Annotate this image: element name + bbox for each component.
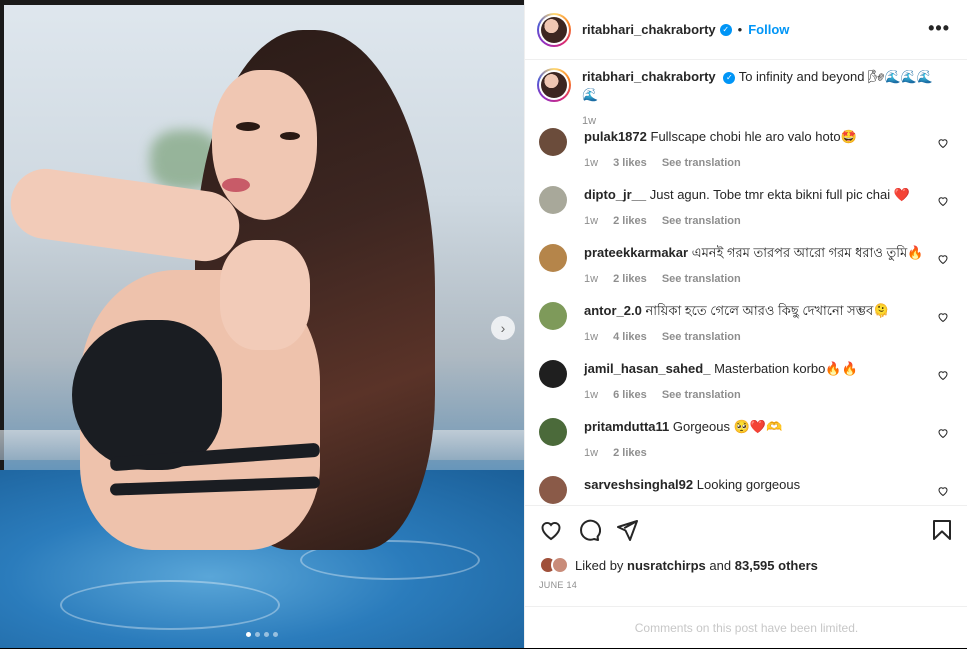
liked-by-middle: and (709, 557, 732, 573)
image-eye (280, 132, 300, 140)
comment-username[interactable]: jamil_hasan_sahed_ (584, 361, 710, 376)
comment-avatar[interactable] (539, 244, 567, 272)
post-image[interactable]: › (0, 0, 524, 648)
comment-username[interactable]: pulak1872 (584, 129, 647, 144)
image-eye (236, 122, 260, 131)
post-actions: Liked by nusratchirps and 83,595 others … (525, 505, 967, 648)
verified-icon: ✓ (723, 71, 736, 84)
see-translation-link[interactable]: See translation (662, 157, 741, 169)
comment-item: dipto_jr__ Just agun. Tobe tmr ekta bikn… (539, 186, 959, 230)
heart-icon[interactable] (937, 427, 949, 439)
see-translation-link[interactable]: See translation (662, 215, 741, 227)
comment-time: 1w (584, 447, 599, 459)
comment-icon[interactable] (577, 518, 601, 542)
image-face (212, 70, 317, 220)
verified-icon: ✓ (719, 23, 732, 36)
post-header: ritabhari_chakraborty ✓ • Follow ••• (525, 0, 967, 60)
see-translation-link[interactable]: See translation (662, 389, 741, 401)
caption-username[interactable]: ritabhari_chakraborty (582, 69, 716, 84)
comment-avatar[interactable] (539, 360, 567, 388)
heart-icon[interactable] (539, 518, 563, 542)
comment-avatar[interactable] (539, 476, 567, 504)
author-username[interactable]: ritabhari_chakraborty (582, 22, 716, 37)
comment-text: Fullscape chobi hle aro valo hoto🤩 (650, 129, 857, 144)
see-translation-link[interactable]: See translation (662, 273, 741, 285)
share-icon[interactable] (615, 518, 639, 542)
more-icon[interactable]: ••• (928, 18, 950, 39)
comment-username[interactable]: dipto_jr__ (584, 187, 646, 202)
comment-item: prateekkarmakar এমনই গরম তারপর আরো গরম ধ… (539, 244, 959, 288)
next-image-button[interactable]: › (491, 316, 515, 340)
heart-icon[interactable] (937, 137, 949, 149)
comment-item: pritamdutta11 Gorgeous 🥺❤️🫶 1w 2 likes (539, 418, 959, 462)
image-lips (222, 178, 250, 192)
heart-icon[interactable] (937, 369, 949, 381)
comment-item: jamil_hasan_sahed_ Masterbation korbo🔥🔥 … (539, 360, 959, 404)
comment-username[interactable]: pritamdutta11 (584, 419, 669, 434)
image-ripple (60, 580, 280, 630)
comment-text: Masterbation korbo🔥🔥 (714, 361, 858, 376)
comment-text: এমনই গরম তারপর আরো গরম ধরাও তুমি🔥 (691, 245, 924, 260)
comment-item: sarveshsinghal92 Looking gorgeous (539, 476, 959, 504)
liker-username[interactable]: nusratchirps (627, 558, 706, 573)
bookmark-icon[interactable] (930, 518, 954, 542)
post-modal: › ritabhari_chakraborty ✓ • Follow ••• r… (0, 0, 967, 648)
comment-time: 1w (584, 157, 599, 169)
comment-avatar[interactable] (539, 186, 567, 214)
comment-item: antor_2.0 নায়িকা হতে গেলে আরও কিছু দেখা… (539, 302, 959, 346)
see-translation-link[interactable]: See translation (662, 331, 741, 343)
carousel-dot (264, 632, 269, 637)
comment-avatar[interactable] (539, 418, 567, 446)
comment-item: pulak1872 Fullscape chobi hle aro valo h… (539, 128, 959, 172)
chevron-right-icon: › (500, 320, 506, 336)
comment-likes[interactable]: 4 likes (613, 331, 647, 343)
comments-limited-notice: Comments on this post have been limited. (525, 606, 967, 649)
comment-likes[interactable]: 3 likes (613, 157, 647, 169)
image-top (72, 320, 222, 470)
liked-by-prefix: Liked by (575, 557, 624, 573)
post-date[interactable]: JUNE 14 (539, 580, 577, 590)
carousel-dot (273, 632, 278, 637)
comment-likes[interactable]: 2 likes (613, 215, 647, 227)
comment-likes[interactable]: 2 likes (613, 273, 647, 285)
follow-button[interactable]: Follow (748, 22, 789, 37)
caption-avatar[interactable] (537, 68, 571, 102)
comment-text: Gorgeous 🥺❤️🫶 (672, 419, 783, 434)
heart-icon[interactable] (937, 311, 949, 323)
comment-likes[interactable]: 6 likes (613, 389, 647, 401)
carousel-dot (246, 632, 251, 637)
comment-avatar[interactable] (539, 128, 567, 156)
carousel-dot (255, 632, 260, 637)
carousel-dots (246, 632, 278, 637)
post-panel: ritabhari_chakraborty ✓ • Follow ••• rit… (524, 0, 967, 648)
comment-likes[interactable]: 2 likes (613, 447, 647, 459)
likes-count[interactable]: 83,595 others (735, 558, 818, 573)
top-edge (0, 0, 524, 5)
comment-avatar[interactable] (539, 302, 567, 330)
comment-username[interactable]: antor_2.0 (584, 303, 642, 318)
likes-summary: Liked by nusratchirps and 83,595 others (539, 556, 818, 574)
image-hand (220, 240, 310, 350)
comment-username[interactable]: prateekkarmakar (584, 245, 688, 260)
post-caption: ritabhari_chakraborty ✓ To infinity and … (537, 68, 942, 130)
comment-time: 1w (584, 389, 599, 401)
header-separator: • (737, 22, 743, 37)
comment-text: Just agun. Tobe tmr ekta bikni full pic … (649, 187, 910, 202)
comment-time: 1w (584, 273, 599, 285)
comment-text: নায়িকা হতে গেলে আরও কিছু দেখানো সম্ভব🫠 (645, 303, 890, 318)
comment-text: Looking gorgeous (696, 477, 801, 492)
author-avatar[interactable] (537, 12, 571, 47)
heart-icon[interactable] (937, 485, 949, 497)
heart-icon[interactable] (937, 253, 949, 265)
comments-list[interactable]: ritabhari_chakraborty ✓ To infinity and … (525, 60, 967, 505)
comment-time: 1w (584, 215, 599, 227)
liker-avatar[interactable] (551, 556, 569, 574)
comment-time: 1w (584, 331, 599, 343)
heart-icon[interactable] (937, 195, 949, 207)
comment-username[interactable]: sarveshsinghal92 (584, 477, 693, 492)
